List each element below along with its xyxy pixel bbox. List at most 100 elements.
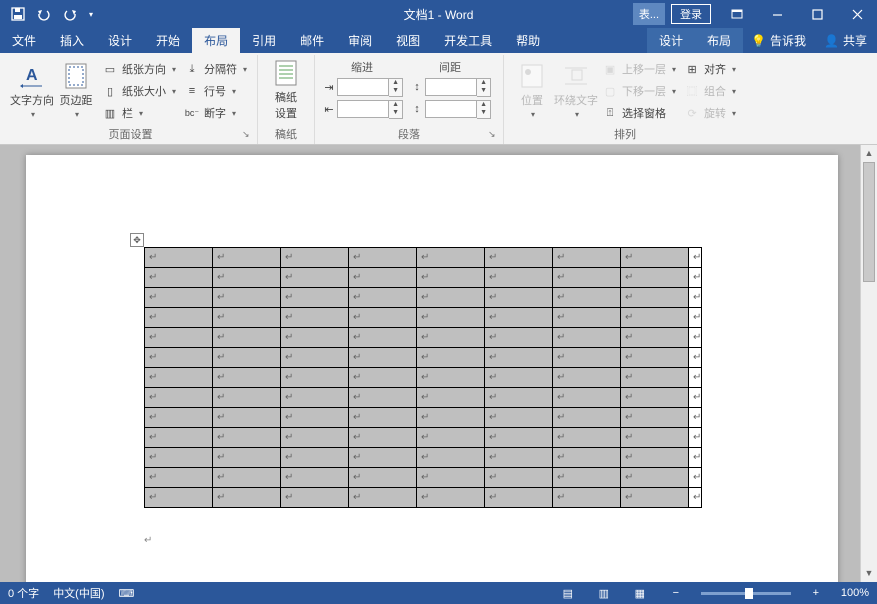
table-row[interactable]: ↵↵↵↵↵↵↵↵↵	[145, 268, 702, 288]
table-cell[interactable]: ↵	[485, 268, 553, 288]
table-cell[interactable]: ↵	[349, 248, 417, 268]
table-cell[interactable]: ↵	[213, 488, 281, 508]
columns-button[interactable]: ▥栏▾	[98, 103, 180, 123]
table-cell[interactable]: ↵	[621, 268, 689, 288]
redo-button[interactable]	[58, 3, 82, 25]
table-cell[interactable]: ↵	[621, 288, 689, 308]
table-cell[interactable]: ↵	[417, 368, 485, 388]
table-cell[interactable]: ↵	[553, 328, 621, 348]
table-cell[interactable]: ↵	[281, 368, 349, 388]
table-cell[interactable]: ↵	[213, 348, 281, 368]
table-cell[interactable]: ↵	[553, 468, 621, 488]
table-cell[interactable]: ↵	[553, 288, 621, 308]
table-cell[interactable]: ↵	[349, 348, 417, 368]
print-layout-button[interactable]: ▥	[593, 587, 615, 600]
table-cell[interactable]: ↵	[553, 448, 621, 468]
table-cell[interactable]: ↵	[213, 288, 281, 308]
tab-view[interactable]: 视图	[384, 28, 432, 53]
space-before-spinner[interactable]: ↕▲▼	[409, 77, 491, 97]
table-cell[interactable]: ↵	[621, 348, 689, 368]
table-cell[interactable]: ↵	[145, 428, 213, 448]
table-cell[interactable]: ↵	[145, 368, 213, 388]
scroll-track[interactable]	[861, 162, 877, 565]
table-cell[interactable]: ↵	[417, 488, 485, 508]
table-cell[interactable]: ↵	[485, 428, 553, 448]
read-mode-button[interactable]: ▤	[557, 587, 579, 600]
table-cell[interactable]: ↵	[349, 388, 417, 408]
table-cell[interactable]: ↵	[281, 248, 349, 268]
space-before-input[interactable]	[425, 78, 477, 96]
table-cell[interactable]: ↵	[485, 368, 553, 388]
table-cell[interactable]: ↵	[553, 248, 621, 268]
table-cell[interactable]: ↵	[281, 468, 349, 488]
table-cell[interactable]: ↵	[145, 348, 213, 368]
table-cell[interactable]: ↵	[145, 448, 213, 468]
zoom-slider[interactable]	[701, 592, 791, 595]
table-cell[interactable]: ↵	[485, 468, 553, 488]
margins-button[interactable]: 页边距▾	[54, 57, 98, 123]
manuscript-button[interactable]: 稿纸 设置	[264, 57, 308, 123]
table-cell[interactable]: ↵	[553, 488, 621, 508]
scroll-thumb[interactable]	[863, 162, 875, 282]
indent-left-input[interactable]	[337, 78, 389, 96]
table-cell[interactable]: ↵	[281, 408, 349, 428]
table-cell[interactable]: ↵	[417, 468, 485, 488]
tab-file[interactable]: 文件	[0, 28, 48, 53]
table-cell[interactable]: ↵	[485, 328, 553, 348]
line-numbers-button[interactable]: ≡行号▾	[180, 81, 251, 101]
zoom-thumb[interactable]	[745, 588, 753, 599]
indent-right-spinner[interactable]: ⇤▲▼	[321, 99, 403, 119]
save-button[interactable]	[6, 3, 30, 25]
table-row[interactable]: ↵↵↵↵↵↵↵↵↵	[145, 388, 702, 408]
table-cell[interactable]: ↵	[417, 288, 485, 308]
table-cell[interactable]: ↵	[417, 348, 485, 368]
table-cell[interactable]: ↵	[281, 288, 349, 308]
minimize-button[interactable]	[757, 0, 797, 28]
table-cell[interactable]: ↵	[417, 388, 485, 408]
zoom-out-button[interactable]: −	[665, 587, 687, 599]
zoom-level[interactable]: 100%	[841, 587, 869, 599]
table-cell[interactable]: ↵	[485, 348, 553, 368]
table-cell[interactable]: ↵	[145, 408, 213, 428]
table-cell[interactable]: ↵	[145, 488, 213, 508]
table-cell[interactable]: ↵	[349, 308, 417, 328]
page[interactable]: ✥ ↵↵↵↵↵↵↵↵↵↵↵↵↵↵↵↵↵↵↵↵↵↵↵↵↵↵↵↵↵↵↵↵↵↵↵↵↵↵…	[26, 155, 838, 582]
table-cell[interactable]: ↵	[213, 368, 281, 388]
indent-right-input[interactable]	[337, 100, 389, 118]
table-cell[interactable]: ↵	[553, 348, 621, 368]
page-setup-dialog-launcher[interactable]: ↘	[242, 129, 254, 141]
table-row[interactable]: ↵↵↵↵↵↵↵↵↵	[145, 348, 702, 368]
table-row[interactable]: ↵↵↵↵↵↵↵↵↵	[145, 488, 702, 508]
ribbon-display-button[interactable]	[717, 0, 757, 28]
table-cell[interactable]: ↵	[417, 428, 485, 448]
table-cell[interactable]: ↵	[621, 248, 689, 268]
orientation-button[interactable]: ▭纸张方向▾	[98, 59, 180, 79]
table-cell[interactable]: ↵	[281, 348, 349, 368]
table-cell[interactable]: ↵	[553, 388, 621, 408]
table-row[interactable]: ↵↵↵↵↵↵↵↵↵	[145, 328, 702, 348]
tab-insert[interactable]: 插入	[48, 28, 96, 53]
table-cell[interactable]: ↵	[485, 248, 553, 268]
table-cell[interactable]: ↵	[621, 388, 689, 408]
table-cell[interactable]: ↵	[349, 368, 417, 388]
table-cell[interactable]: ↵	[417, 248, 485, 268]
web-layout-button[interactable]: ▦	[629, 587, 651, 600]
table-cell[interactable]: ↵	[145, 248, 213, 268]
table-row[interactable]: ↵↵↵↵↵↵↵↵↵	[145, 428, 702, 448]
table-row[interactable]: ↵↵↵↵↵↵↵↵↵	[145, 368, 702, 388]
table-row[interactable]: ↵↵↵↵↵↵↵↵↵	[145, 288, 702, 308]
tab-design[interactable]: 设计	[96, 28, 144, 53]
tab-help[interactable]: 帮助	[504, 28, 552, 53]
table-cell[interactable]: ↵	[621, 448, 689, 468]
table-cell[interactable]: ↵	[213, 308, 281, 328]
tab-review[interactable]: 审阅	[336, 28, 384, 53]
hyphenation-button[interactable]: bc⁻断字▾	[180, 103, 251, 123]
table-cell[interactable]: ↵	[281, 308, 349, 328]
tab-table-layout[interactable]: 布局	[695, 28, 743, 53]
tell-me-button[interactable]: 💡告诉我	[743, 28, 814, 53]
accessibility-icon[interactable]: ⌨	[119, 587, 135, 600]
table-row[interactable]: ↵↵↵↵↵↵↵↵↵	[145, 408, 702, 428]
table-cell[interactable]: ↵	[213, 448, 281, 468]
table-cell[interactable]: ↵	[281, 488, 349, 508]
table-cell[interactable]: ↵	[621, 468, 689, 488]
